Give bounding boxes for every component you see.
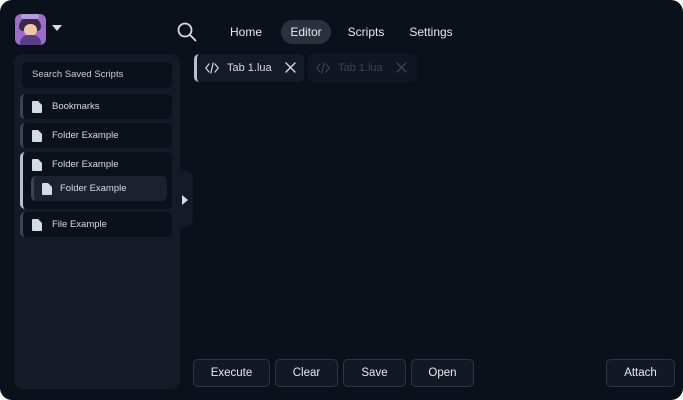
sidebar-item-label: Folder Example [52, 159, 119, 170]
close-icon[interactable] [396, 62, 407, 73]
sidebar-item-bookmarks[interactable]: Bookmarks [20, 94, 172, 119]
sidebar-item-label: Folder Example [52, 130, 119, 141]
tab-label: Tab 1.lua [338, 62, 383, 74]
sidebar-folder-expanded[interactable]: Folder Example Folder Example [20, 152, 172, 209]
file-icon [32, 101, 42, 113]
tab-label: Tab 1.lua [227, 62, 272, 74]
nav-editor[interactable]: Editor [281, 20, 331, 44]
nav-home[interactable]: Home [222, 20, 270, 44]
folder-icon [32, 159, 42, 171]
save-button[interactable]: Save [343, 359, 406, 387]
tab-editor-active[interactable]: Tab 1.lua [194, 54, 304, 82]
chevron-right-icon [182, 195, 188, 205]
attach-button[interactable]: Attach [606, 359, 675, 387]
close-icon[interactable] [285, 62, 296, 73]
tab-editor-inactive[interactable]: Tab 1.lua [308, 54, 417, 82]
user-avatar[interactable] [15, 14, 46, 45]
folder-icon [32, 130, 42, 142]
sidebar-item-label: File Example [52, 219, 107, 230]
scripts-sidebar: Search Saved Scripts Bookmarks Folder Ex… [14, 54, 180, 389]
sidebar-item-folder[interactable]: Folder Example [20, 123, 172, 148]
code-icon [205, 62, 219, 74]
nav-settings[interactable]: Settings [403, 20, 459, 44]
nav-scripts[interactable]: Scripts [340, 20, 392, 44]
app-window: Home Editor Scripts Settings Search Save… [0, 0, 683, 400]
chevron-down-icon[interactable] [52, 25, 62, 31]
open-button[interactable]: Open [411, 359, 474, 387]
file-icon [32, 219, 42, 231]
sidebar-item-file[interactable]: File Example [20, 212, 172, 237]
sidebar-item-label: Bookmarks [52, 101, 100, 112]
execute-button[interactable]: Execute [193, 359, 270, 387]
clear-button[interactable]: Clear [275, 359, 338, 387]
code-icon [316, 62, 330, 74]
file-icon [42, 183, 52, 195]
search-scripts-input[interactable]: Search Saved Scripts [22, 62, 172, 88]
search-icon[interactable] [177, 22, 197, 42]
sidebar-subitem[interactable]: Folder Example [31, 176, 167, 201]
sidebar-collapse-handle[interactable] [176, 171, 193, 227]
sidebar-subitem-label: Folder Example [60, 183, 127, 194]
